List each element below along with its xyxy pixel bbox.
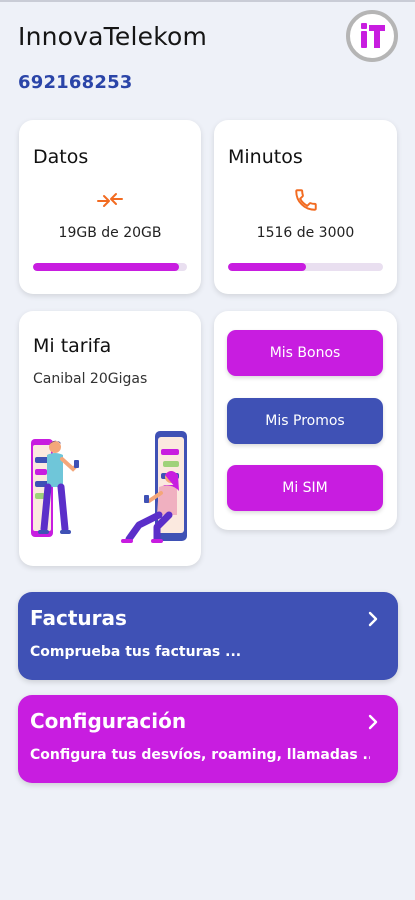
tariff-card[interactable]: Mi tarifa Canibal 20Gigas bbox=[19, 311, 201, 566]
configuracion-subtitle: Configura tus desvíos, roaming, llamadas… bbox=[30, 747, 370, 763]
app-header: InnovaTelekom bbox=[18, 10, 398, 62]
chevron-right-icon bbox=[368, 714, 378, 730]
people-with-phones-illustration bbox=[31, 429, 189, 554]
minutes-usage-card[interactable]: Minutos 1516 de 3000 bbox=[214, 120, 397, 294]
tariff-name: Canibal 20Gigas bbox=[33, 371, 148, 387]
chevron-right-icon bbox=[368, 611, 378, 627]
mis-promos-button[interactable]: Mis Promos bbox=[227, 398, 383, 444]
facturas-subtitle: Comprueba tus facturas ... bbox=[30, 644, 242, 660]
facturas-banner[interactable]: Facturas Comprueba tus facturas ... bbox=[18, 592, 398, 680]
data-progress-bar bbox=[33, 263, 187, 271]
data-usage-card[interactable]: Datos 19GB de 20GB bbox=[19, 120, 201, 294]
minutes-card-title: Minutos bbox=[228, 146, 303, 168]
minutes-progress-bar bbox=[228, 263, 383, 271]
app-title: InnovaTelekom bbox=[18, 22, 208, 51]
configuracion-title: Configuración bbox=[30, 709, 187, 733]
innova-logo-icon[interactable] bbox=[346, 10, 398, 62]
phone-icon bbox=[292, 186, 320, 214]
tariff-title: Mi tarifa bbox=[33, 335, 112, 357]
actions-card: Mis Bonos Mis Promos Mi SIM bbox=[214, 311, 397, 530]
minutes-usage-text: 1516 de 3000 bbox=[256, 225, 355, 241]
configuracion-banner[interactable]: Configuración Configura tus desvíos, roa… bbox=[18, 695, 398, 783]
mi-sim-button[interactable]: Mi SIM bbox=[227, 465, 383, 511]
phone-number: 692168253 bbox=[18, 72, 133, 93]
mis-bonos-button[interactable]: Mis Bonos bbox=[227, 330, 383, 376]
status-divider bbox=[0, 0, 415, 2]
minutes-progress-fill bbox=[228, 263, 307, 271]
data-progress-fill bbox=[33, 263, 180, 271]
facturas-title: Facturas bbox=[30, 606, 127, 630]
data-usage-text: 19GB de 20GB bbox=[58, 225, 162, 241]
data-card-title: Datos bbox=[33, 146, 89, 168]
data-transfer-arrows-icon bbox=[96, 186, 124, 214]
